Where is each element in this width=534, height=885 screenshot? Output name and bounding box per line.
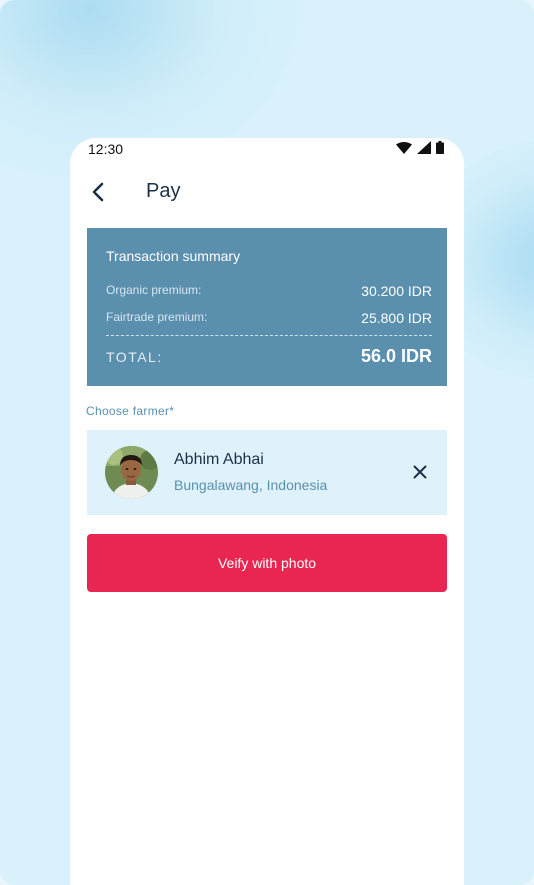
chevron-left-icon (92, 182, 104, 202)
choose-farmer-label: Choose farmer* (86, 404, 175, 418)
summary-row-label: Organic premium: (106, 283, 202, 297)
battery-icon (436, 141, 444, 154)
phone-screen: 12:30 Pay Transaction summary Organic pr… (70, 138, 464, 885)
summary-divider (106, 335, 432, 336)
summary-total-row: TOTAL: 56.0 IDR (106, 346, 432, 367)
selected-farmer-card[interactable]: Abhim Abhai Bungalawang, Indonesia (87, 430, 447, 515)
summary-row-fairtrade: Fairtrade premium: 25.800 IDR (106, 310, 432, 326)
verify-with-photo-button[interactable]: Veify with photo (87, 534, 447, 592)
summary-row-organic: Organic premium: 30.200 IDR (106, 283, 432, 299)
app-bar: Pay (70, 174, 464, 210)
status-icons (396, 141, 444, 154)
summary-row-value: 30.200 IDR (361, 283, 432, 299)
transaction-summary-card: Transaction summary Organic premium: 30.… (87, 228, 447, 386)
summary-row-label: Fairtrade premium: (106, 310, 208, 324)
summary-title: Transaction summary (106, 248, 241, 264)
wifi-icon (396, 141, 412, 154)
total-label: TOTAL: (106, 348, 163, 365)
back-button[interactable] (86, 178, 114, 206)
page-title: Pay (146, 180, 181, 202)
farmer-location: Bungalawang, Indonesia (174, 477, 328, 493)
status-bar: 12:30 (70, 138, 464, 162)
total-value: 56.0 IDR (360, 346, 432, 366)
status-time: 12:30 (88, 141, 124, 157)
farmer-name: Abhim Abhai (174, 451, 264, 468)
clear-farmer-button[interactable] (409, 461, 431, 483)
close-icon (413, 465, 427, 479)
summary-row-value: 25.800 IDR (361, 310, 432, 326)
farmer-avatar (105, 446, 158, 499)
cell-signal-icon (417, 141, 431, 154)
